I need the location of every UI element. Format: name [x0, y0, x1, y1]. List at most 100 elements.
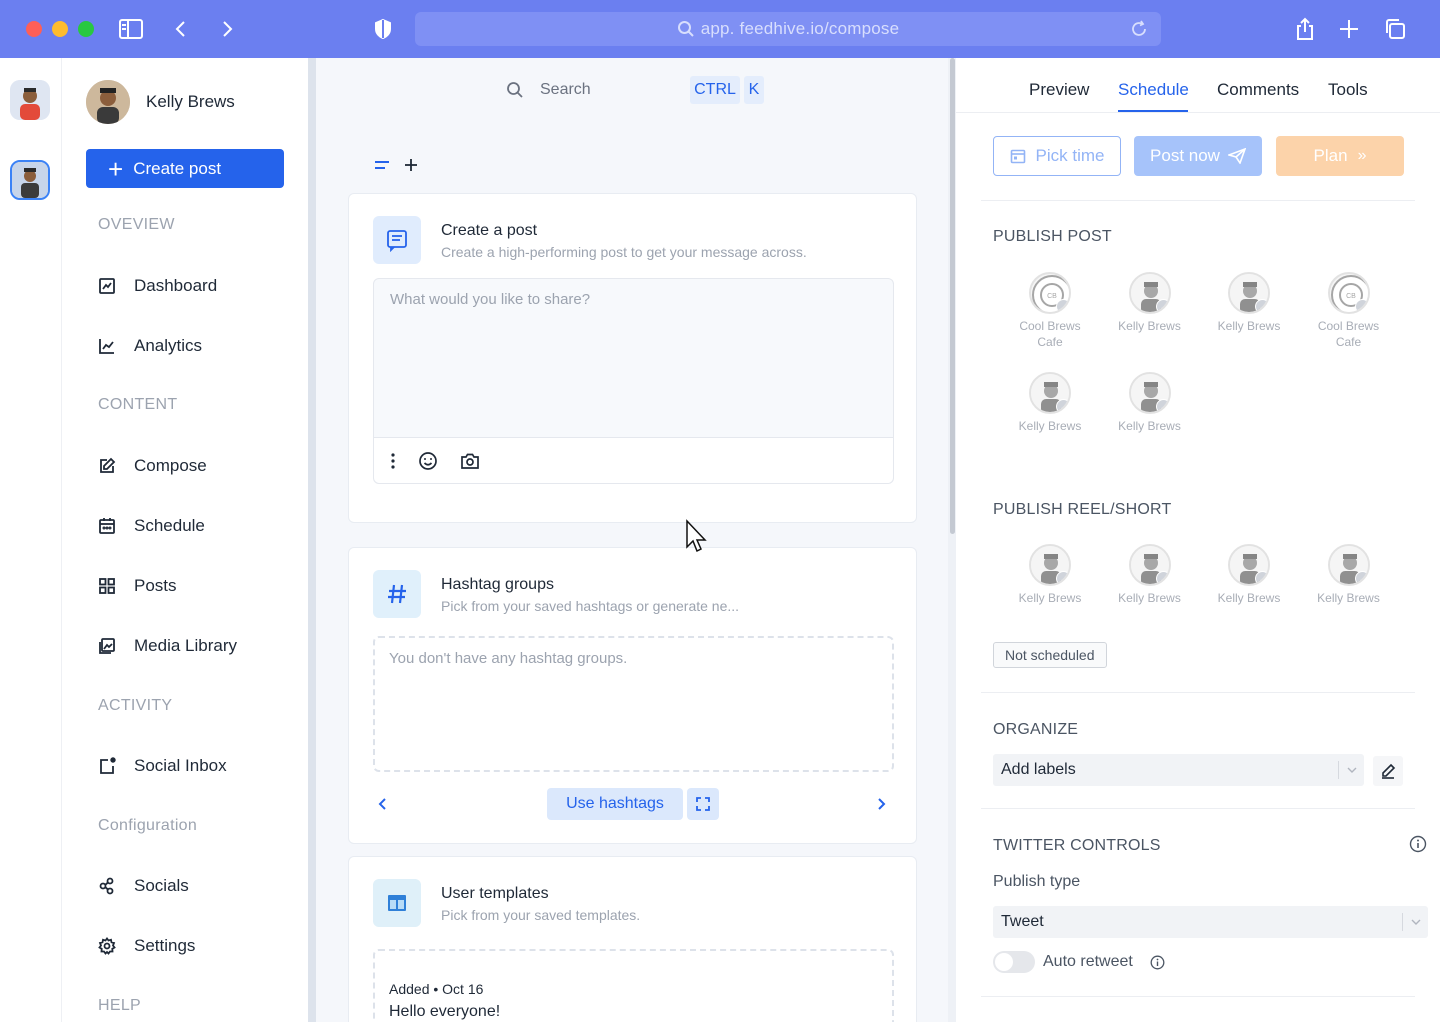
account-avatar: CB	[1327, 272, 1370, 314]
nav-socials[interactable]: Socials	[98, 876, 189, 896]
more-vertical-icon[interactable]	[390, 452, 396, 470]
share-nodes-icon	[99, 877, 114, 895]
plan-button[interactable]: Plan »	[1276, 136, 1404, 176]
avatar	[86, 80, 130, 124]
nav-media-library[interactable]: Media Library	[98, 636, 237, 656]
calendar-icon	[1010, 149, 1025, 164]
tabs-overview-icon[interactable]	[1381, 15, 1409, 43]
template-icon	[373, 879, 421, 927]
reel-account-tiktok[interactable]: Kelly Brews	[1309, 544, 1389, 606]
auto-retweet-toggle[interactable]	[993, 951, 1035, 973]
nav-social-inbox[interactable]: Social Inbox	[98, 756, 227, 776]
active-tab-indicator	[1118, 110, 1188, 112]
account-name: Kelly Brews	[1217, 591, 1281, 605]
template-item[interactable]: Added • Oct 16 Hello everyone!	[373, 949, 894, 1022]
section-help: HELP	[98, 997, 141, 1014]
new-tab-icon[interactable]	[1335, 15, 1363, 43]
close-window-button[interactable]	[26, 21, 42, 37]
divider	[981, 200, 1415, 201]
post-icon	[373, 216, 421, 264]
nav-analytics[interactable]: Analytics	[98, 336, 202, 356]
shield-icon[interactable]	[369, 15, 397, 43]
schedule-panel: Preview Schedule Comments Tools Pick tim…	[956, 58, 1440, 1022]
tab-preview[interactable]: Preview	[1029, 80, 1089, 100]
camera-icon[interactable]	[460, 452, 480, 470]
info-icon[interactable]	[1409, 835, 1427, 858]
search-bar[interactable]: Search CTRL K	[506, 72, 796, 108]
nav-posts[interactable]: Posts	[98, 576, 177, 596]
workspace-avatar-active[interactable]	[10, 160, 50, 200]
publish-type-select[interactable]: Tweet	[993, 906, 1428, 938]
account-name: Kelly Brews	[1118, 319, 1181, 333]
auto-retweet-info-icon[interactable]	[1150, 955, 1165, 975]
account-name: Kelly Brews	[1018, 419, 1082, 433]
share-icon[interactable]	[1291, 15, 1319, 43]
compose-toolbar	[374, 158, 418, 172]
post-account-instagram[interactable]: Kelly Brews	[1110, 272, 1190, 334]
reel-account-youtube[interactable]: Kelly Brews	[1209, 544, 1289, 606]
nav-compose[interactable]: Compose	[98, 456, 207, 476]
workspace-avatar[interactable]	[10, 80, 50, 120]
grid-icon	[99, 578, 115, 594]
account-avatar	[1128, 272, 1171, 314]
twitter-controls-label: TWITTER CONTROLS	[993, 837, 1161, 854]
create-post-subtitle: Create a high-performing post to get you…	[441, 244, 807, 260]
sidebar-toggle-icon[interactable]	[117, 15, 145, 43]
post-account-generic[interactable]: CB Cool Brews Cafe	[1010, 272, 1090, 350]
create-post-button[interactable]: + Create post	[86, 149, 284, 188]
use-hashtags-button[interactable]: Use hashtags	[547, 788, 683, 820]
account-name: Cool Brews	[1019, 319, 1081, 333]
compose-icon	[100, 457, 116, 473]
editor-toolbar	[374, 437, 893, 483]
post-account-linkedin[interactable]: CB Cool Brews Cafe	[1309, 272, 1389, 350]
post-account-pinterest[interactable]: Kelly Brews	[1110, 372, 1190, 434]
tab-comments[interactable]: Comments	[1217, 80, 1299, 100]
emoji-icon[interactable]	[418, 451, 438, 471]
status-badge: Not scheduled	[993, 642, 1107, 668]
tab-schedule[interactable]: Schedule	[1118, 80, 1189, 100]
create-post-card: Create a post Create a high-performing p…	[348, 193, 917, 523]
post-editor[interactable]: What would you like to share?	[373, 278, 894, 484]
reel-account-facebook[interactable]: Kelly Brews	[1110, 544, 1190, 606]
expand-icon[interactable]	[687, 788, 719, 820]
instagram-icon	[1155, 299, 1169, 312]
inbox-icon	[100, 757, 116, 774]
reload-icon[interactable]	[1129, 19, 1149, 39]
minimize-window-button[interactable]	[52, 21, 68, 37]
forward-icon[interactable]	[213, 15, 241, 43]
facebook-icon	[1255, 299, 1268, 312]
chevron-right-icon[interactable]	[871, 794, 891, 814]
gear-icon	[98, 937, 116, 955]
nav-inbox-label: Social Inbox	[134, 756, 227, 775]
nav-analytics-label: Analytics	[134, 336, 203, 355]
labels-select[interactable]: Add labels	[993, 754, 1364, 786]
post-account-twitter[interactable]: Kelly Brews	[1010, 372, 1090, 434]
kbd-k: K	[744, 76, 764, 104]
add-icon[interactable]	[404, 158, 418, 172]
tab-tools[interactable]: Tools	[1328, 80, 1368, 100]
media-icon	[99, 638, 115, 654]
menu-lines-icon[interactable]	[374, 158, 390, 172]
nav-schedule[interactable]: Schedule	[98, 516, 205, 536]
section-activity: ACTIVITY	[98, 697, 173, 714]
address-bar[interactable]: app. feedhive.io/compose	[415, 12, 1161, 46]
account-name: Kelly Brews	[1118, 419, 1181, 433]
post-account-facebook[interactable]: Kelly Brews	[1209, 272, 1289, 334]
nav-settings[interactable]: Settings	[98, 936, 195, 956]
post-now-button[interactable]: Post now	[1134, 136, 1262, 176]
profile[interactable]: Kelly Brews	[86, 80, 235, 124]
back-icon[interactable]	[167, 15, 195, 43]
section-configuration: Configuration	[98, 817, 198, 834]
chevron-left-icon[interactable]	[373, 794, 393, 814]
scrollbar-thumb[interactable]	[950, 58, 955, 534]
publish-type-value: Tweet	[1001, 913, 1044, 930]
section-overview: OVEVIEW	[98, 216, 175, 233]
double-chevron-icon: »	[1357, 147, 1367, 164]
maximize-window-button[interactable]	[78, 21, 94, 37]
account-avatar	[1029, 544, 1071, 586]
nav-dashboard[interactable]: Dashboard	[98, 276, 217, 296]
pick-time-button[interactable]: Pick time	[993, 136, 1121, 176]
post-editor-placeholder: What would you like to share?	[390, 291, 591, 308]
edit-labels-icon[interactable]	[1373, 756, 1403, 786]
reel-account-instagram[interactable]: Kelly Brews	[1010, 544, 1090, 606]
